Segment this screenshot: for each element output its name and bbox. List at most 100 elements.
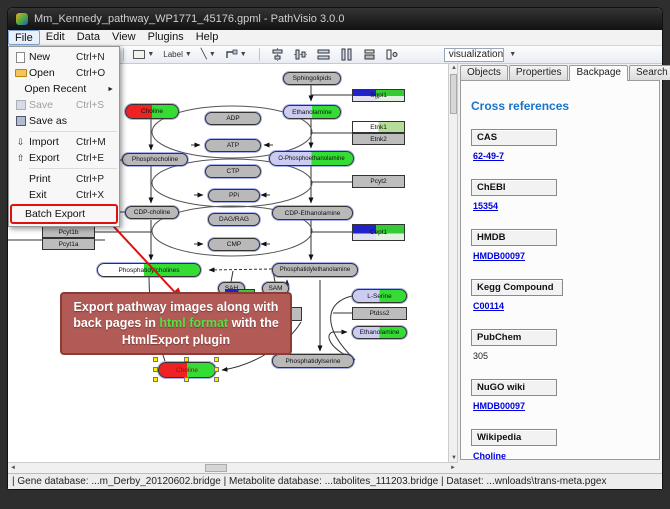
menu-view[interactable]: View — [106, 30, 142, 45]
stack-button[interactable] — [363, 49, 376, 60]
selection-handle[interactable] — [214, 377, 219, 382]
tab-properties[interactable]: Properties — [509, 65, 569, 80]
xref-section-wikipedia: Wikipedia Choline — [471, 427, 659, 460]
line-tool-icon: ╲ — [201, 49, 207, 60]
chevron-down-icon: ▼ — [147, 51, 154, 58]
chevron-down-icon: ▼ — [240, 51, 247, 58]
import-icon: ⇩ — [12, 138, 29, 147]
selection-handle[interactable] — [214, 357, 219, 362]
tab-backpage[interactable]: Backpage — [569, 65, 627, 81]
status-text: | Gene database: ...m_Derby_20120602.bri… — [12, 476, 606, 487]
menu-plugins[interactable]: Plugins — [142, 30, 190, 45]
menu-item-save-as[interactable]: Save as — [9, 113, 119, 129]
scroll-left-icon[interactable]: ◄ — [10, 465, 16, 471]
distribute-vertical-button[interactable] — [340, 48, 353, 61]
tab-objects[interactable]: Objects — [460, 65, 508, 80]
callout-highlight: html format — [159, 316, 228, 330]
layout-icon — [386, 49, 399, 60]
toolbar-separator — [123, 48, 124, 61]
xref-link[interactable]: HMDB00097 — [473, 251, 525, 261]
selection-handle[interactable] — [214, 367, 219, 372]
screen: Mm_Kennedy_pathway_WP1771_45176.gpml - P… — [0, 0, 670, 509]
menu-item-print[interactable]: Print Ctrl+P — [9, 171, 119, 187]
cross-references-heading: Cross references — [471, 99, 659, 113]
visualization-combobox[interactable]: visualization▼ — [444, 48, 504, 62]
open-folder-icon — [12, 69, 29, 77]
xref-section-nugo: NuGO wiki HMDB00097 — [471, 377, 659, 414]
xref-section-hmdb: HMDB HMDB00097 — [471, 227, 659, 264]
menu-file[interactable]: File — [8, 30, 40, 45]
layout-button[interactable] — [386, 49, 399, 60]
sidebar: Objects Properties Backpage Search Legen… — [458, 64, 662, 462]
xref-link[interactable]: HMDB00097 — [473, 401, 525, 411]
menu-item-open-recent[interactable]: Open Recent ► — [9, 81, 119, 97]
horizontal-scroll-thumb[interactable] — [205, 464, 227, 472]
line-tool-button[interactable]: ╲▼ — [198, 47, 219, 62]
xref-source-header: NuGO wiki — [471, 379, 557, 396]
menu-edit[interactable]: Edit — [40, 30, 71, 45]
selection-handle[interactable] — [153, 377, 158, 382]
menu-help[interactable]: Help — [190, 30, 225, 45]
save-icon — [12, 100, 29, 110]
selection-handle[interactable] — [153, 367, 158, 372]
xref-link[interactable]: Choline — [473, 451, 506, 460]
align-middle-icon — [294, 48, 307, 61]
menu-item-open[interactable]: Open Ctrl+O — [9, 65, 119, 81]
vertical-scroll-thumb[interactable] — [450, 74, 457, 114]
xref-section-cas: CAS 62-49-7 — [471, 127, 659, 164]
align-center-icon — [271, 48, 284, 61]
window-title: Mm_Kennedy_pathway_WP1771_45176.gpml - P… — [34, 13, 344, 25]
menu-item-import[interactable]: ⇩ Import Ctrl+M — [9, 134, 119, 150]
visualization-value: visualization — [449, 49, 503, 60]
new-file-icon — [12, 52, 29, 63]
gene-tool-button[interactable]: ▼ — [130, 47, 157, 62]
scroll-down-icon[interactable]: ▼ — [451, 455, 457, 461]
save-as-icon — [12, 116, 29, 126]
xref-section-kegg: Kegg Compound C00114 — [471, 277, 659, 314]
selection-handle[interactable] — [184, 357, 189, 362]
chevron-down-icon: ▼ — [209, 51, 216, 58]
menu-item-new[interactable]: New Ctrl+N — [9, 49, 119, 65]
distribute-horizontal-button[interactable] — [317, 48, 330, 61]
pathvisio-app-icon — [16, 13, 28, 25]
connector-tool-button[interactable]: ▼ — [222, 47, 250, 62]
xref-link[interactable]: 15354 — [473, 201, 498, 211]
title-bar[interactable]: Mm_Kennedy_pathway_WP1771_45176.gpml - P… — [8, 8, 662, 30]
tab-search[interactable]: Search — [629, 65, 670, 80]
annotation-callout: Export pathway images along with back pa… — [60, 292, 292, 355]
export-icon: ⇧ — [12, 154, 29, 163]
scroll-up-icon[interactable]: ▲ — [451, 65, 457, 71]
chevron-down-icon: ▼ — [503, 51, 516, 58]
status-bar: | Gene database: ...m_Derby_20120602.bri… — [8, 473, 662, 489]
scroll-right-icon[interactable]: ► — [450, 465, 456, 471]
menu-item-batch-export[interactable]: Batch Export — [9, 206, 119, 222]
vertical-scrollbar[interactable]: ▲ ▼ — [448, 64, 458, 462]
distribute-vertical-icon — [340, 48, 353, 61]
label-tool-icon: Label — [163, 50, 183, 59]
selection-handle[interactable] — [153, 357, 158, 362]
xref-source-header: Kegg Compound — [471, 279, 563, 296]
align-middle-button[interactable] — [294, 48, 307, 61]
xref-source-header: HMDB — [471, 229, 557, 246]
menu-item-save[interactable]: Save Ctrl+S — [9, 97, 119, 113]
selection-handle[interactable] — [184, 377, 189, 382]
label-tool-button[interactable]: Label▼ — [160, 47, 195, 62]
sidebar-tabs: Objects Properties Backpage Search Legen… — [460, 65, 670, 81]
xref-link[interactable]: 62-49-7 — [473, 151, 504, 161]
stack-icon — [363, 49, 376, 60]
horizontal-scrollbar[interactable]: ◄ ► — [8, 462, 458, 473]
distribute-horizontal-icon — [317, 48, 330, 61]
menu-data[interactable]: Data — [71, 30, 106, 45]
xref-source-header: PubChem — [471, 329, 557, 346]
connector-tool-icon — [225, 49, 238, 60]
menu-item-export[interactable]: ⇧ Export Ctrl+E — [9, 150, 119, 166]
menu-item-exit[interactable]: Exit Ctrl+X — [9, 187, 119, 203]
backpage-panel: Cross references CAS 62-49-7 ChEBI 15354… — [460, 80, 660, 460]
menu-separator — [29, 168, 117, 169]
xref-value: 305 — [473, 351, 488, 361]
menu-separator — [29, 131, 117, 132]
xref-source-header: CAS — [471, 129, 557, 146]
xref-link[interactable]: C00114 — [473, 301, 504, 311]
xref-source-header: ChEBI — [471, 179, 557, 196]
align-center-button[interactable] — [271, 48, 284, 61]
